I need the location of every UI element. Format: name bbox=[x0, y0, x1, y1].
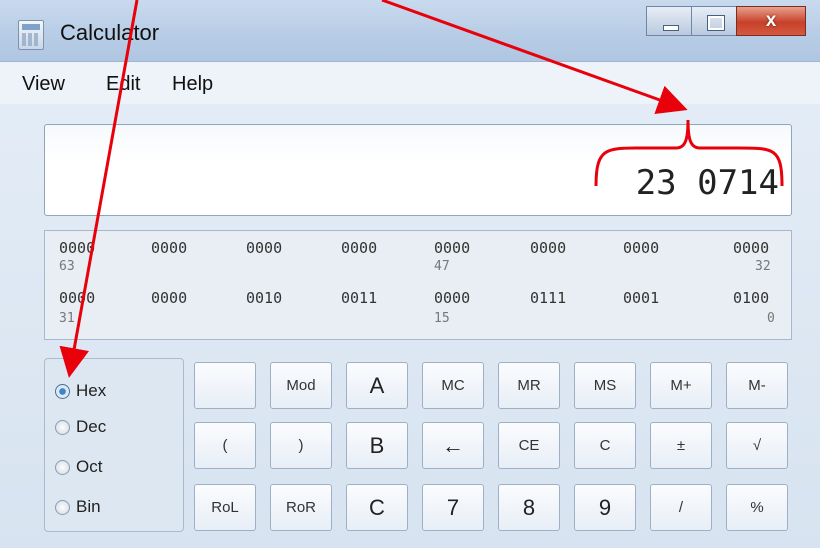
blank-key[interactable] bbox=[194, 362, 256, 409]
bit-group[interactable]: 0001 bbox=[623, 289, 659, 307]
bit-group[interactable]: 0000 bbox=[341, 239, 377, 257]
sqrt-key[interactable]: √ bbox=[726, 422, 788, 469]
bit-group[interactable]: 0000 bbox=[434, 289, 470, 307]
m-minus-key[interactable]: M- bbox=[726, 362, 788, 409]
menu-view[interactable]: View bbox=[22, 73, 65, 96]
window-controls: x bbox=[646, 6, 806, 36]
backspace-key[interactable]: ← bbox=[422, 422, 484, 469]
hex-c-key[interactable]: C bbox=[346, 484, 408, 531]
radio-oct[interactable]: Oct bbox=[55, 457, 102, 477]
radio-button-selected[interactable] bbox=[55, 383, 70, 399]
bit-index: 0 bbox=[767, 311, 775, 326]
result-display: 23 0714 bbox=[44, 124, 792, 216]
maximize-button[interactable] bbox=[691, 6, 737, 36]
bit-group[interactable]: 0000 bbox=[151, 289, 187, 307]
bit-group[interactable]: 0100 bbox=[733, 289, 769, 307]
bit-group[interactable]: 0000 bbox=[59, 239, 95, 257]
mod-key[interactable]: Mod bbox=[270, 362, 332, 409]
radio-button[interactable] bbox=[55, 459, 70, 475]
bit-group[interactable]: 0010 bbox=[246, 289, 282, 307]
ce-key[interactable]: CE bbox=[498, 422, 560, 469]
radio-hex[interactable]: Hex bbox=[55, 381, 106, 401]
radio-button[interactable] bbox=[55, 419, 70, 435]
percent-key[interactable]: % bbox=[726, 484, 788, 531]
mc-key[interactable]: MC bbox=[422, 362, 484, 409]
radio-label: Bin bbox=[76, 497, 101, 516]
mr-key[interactable]: MR bbox=[498, 362, 560, 409]
bit-group[interactable]: 0000 bbox=[733, 239, 769, 257]
divide-key[interactable]: / bbox=[650, 484, 712, 531]
menu-edit[interactable]: Edit bbox=[106, 73, 140, 96]
radio-label: Hex bbox=[76, 381, 107, 400]
ms-key[interactable]: MS bbox=[574, 362, 636, 409]
bit-group[interactable]: 0000 bbox=[434, 239, 470, 257]
calculator-icon bbox=[18, 20, 44, 50]
hex-a-key[interactable]: A bbox=[346, 362, 408, 409]
bit-display: 0000 0000 0000 0000 0000 0000 0000 0000 … bbox=[44, 230, 792, 340]
bit-index: 32 bbox=[755, 259, 771, 274]
window-title: Calculator bbox=[60, 20, 160, 45]
ror-key[interactable]: RoR bbox=[270, 484, 332, 531]
bit-group[interactable]: 0000 bbox=[59, 289, 95, 307]
radio-bin[interactable]: Bin bbox=[55, 497, 101, 517]
bit-group[interactable]: 0000 bbox=[246, 239, 282, 257]
bit-group[interactable]: 0111 bbox=[530, 289, 566, 307]
bit-index: 15 bbox=[434, 311, 450, 326]
digit-7-key[interactable]: 7 bbox=[422, 484, 484, 531]
close-icon: x bbox=[765, 10, 777, 31]
radix-group: Hex Dec Oct Bin bbox=[44, 358, 184, 532]
digit-9-key[interactable]: 9 bbox=[574, 484, 636, 531]
open-paren-key[interactable]: ( bbox=[194, 422, 256, 469]
close-button[interactable]: x bbox=[736, 6, 806, 36]
radio-label: Dec bbox=[76, 417, 107, 436]
bit-group[interactable]: 0011 bbox=[341, 289, 377, 307]
m-plus-key[interactable]: M+ bbox=[650, 362, 712, 409]
menu-bar: View Edit Help bbox=[0, 62, 820, 105]
radio-dec[interactable]: Dec bbox=[55, 417, 106, 437]
negate-key[interactable]: ± bbox=[650, 422, 712, 469]
hex-b-key[interactable]: B bbox=[346, 422, 408, 469]
close-paren-key[interactable]: ) bbox=[270, 422, 332, 469]
bit-group[interactable]: 0000 bbox=[151, 239, 187, 257]
rol-key[interactable]: RoL bbox=[194, 484, 256, 531]
bit-index: 63 bbox=[59, 259, 75, 274]
radio-button[interactable] bbox=[55, 499, 70, 515]
digit-8-key[interactable]: 8 bbox=[498, 484, 560, 531]
title-bar: Calculator x bbox=[0, 0, 820, 62]
bit-group[interactable]: 0000 bbox=[623, 239, 659, 257]
menu-help[interactable]: Help bbox=[172, 73, 213, 96]
c-clear-key[interactable]: C bbox=[574, 422, 636, 469]
display-value: 23 0714 bbox=[635, 163, 779, 203]
minimize-button[interactable] bbox=[646, 6, 692, 36]
radio-label: Oct bbox=[76, 457, 103, 476]
bit-index: 31 bbox=[59, 311, 75, 326]
bit-index: 47 bbox=[434, 259, 450, 274]
bit-group[interactable]: 0000 bbox=[530, 239, 566, 257]
